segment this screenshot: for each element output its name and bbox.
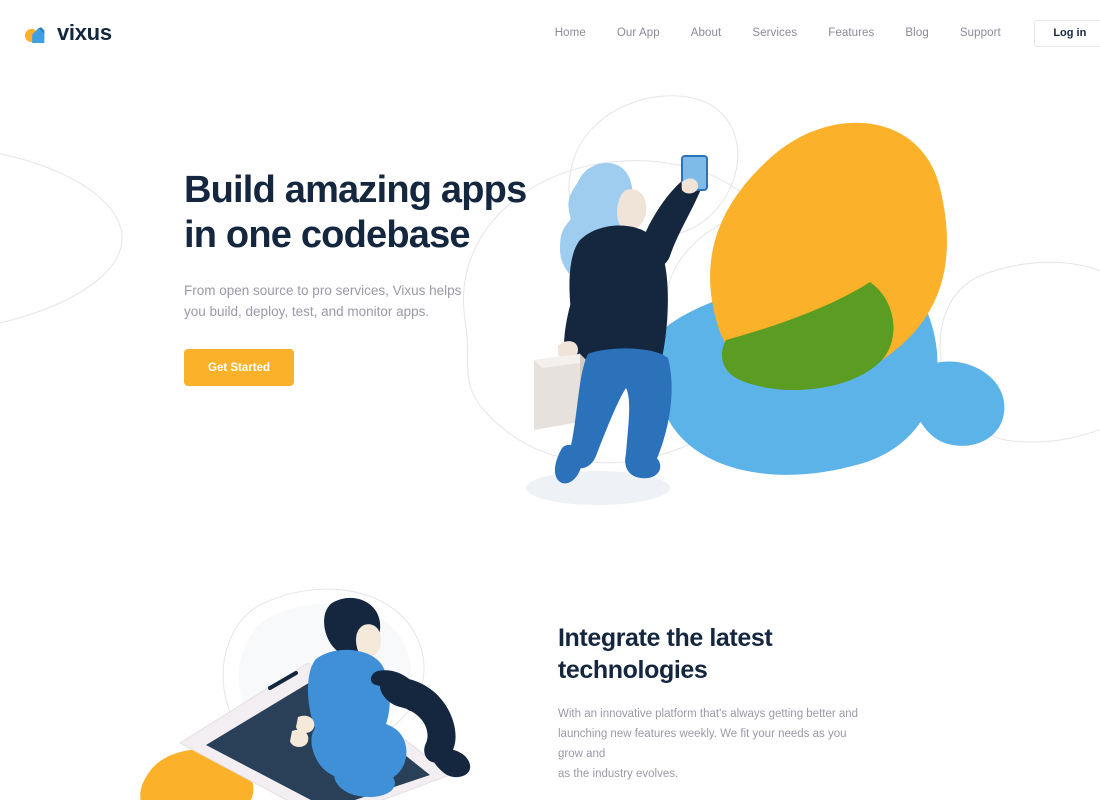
nav-item-our-app[interactable]: Our App bbox=[617, 27, 660, 39]
login-button[interactable]: Log in bbox=[1033, 19, 1100, 47]
hero-title: Build amazing apps in one codebase bbox=[184, 169, 527, 256]
brand-logo[interactable]: vixus bbox=[24, 20, 112, 46]
nav-item-support[interactable]: Support bbox=[960, 27, 1001, 39]
brand-name: vixus bbox=[57, 20, 112, 45]
section-title: Integrate the latest technologies bbox=[558, 624, 773, 684]
technologies-illustration bbox=[120, 575, 550, 800]
get-started-button[interactable]: Get Started bbox=[184, 349, 294, 386]
section-body: With an innovative platform that's alway… bbox=[558, 708, 859, 780]
site-header: vixus Home Our App About Services Featur… bbox=[0, 0, 1100, 66]
vixus-chevron-logo-icon bbox=[24, 21, 50, 45]
nav-item-blog[interactable]: Blog bbox=[905, 27, 928, 39]
nav-item-features[interactable]: Features bbox=[828, 27, 874, 39]
landing-page: vixus Home Our App About Services Featur… bbox=[0, 0, 1100, 800]
primary-nav: Home Our App About Services Features Blo… bbox=[555, 27, 1001, 39]
decorative-outline-left bbox=[0, 140, 130, 340]
technologies-content: Integrate the latest technologies With a… bbox=[558, 622, 888, 800]
nav-item-services[interactable]: Services bbox=[752, 27, 797, 39]
hero-content: Build amazing apps in one codebase From … bbox=[184, 168, 564, 386]
hero-subtitle: From open source to pro services, Vixus … bbox=[184, 283, 462, 319]
nav-item-home[interactable]: Home bbox=[555, 27, 586, 39]
nav-item-about[interactable]: About bbox=[691, 27, 722, 39]
header-actions: Log in Try for free bbox=[1033, 19, 1100, 47]
